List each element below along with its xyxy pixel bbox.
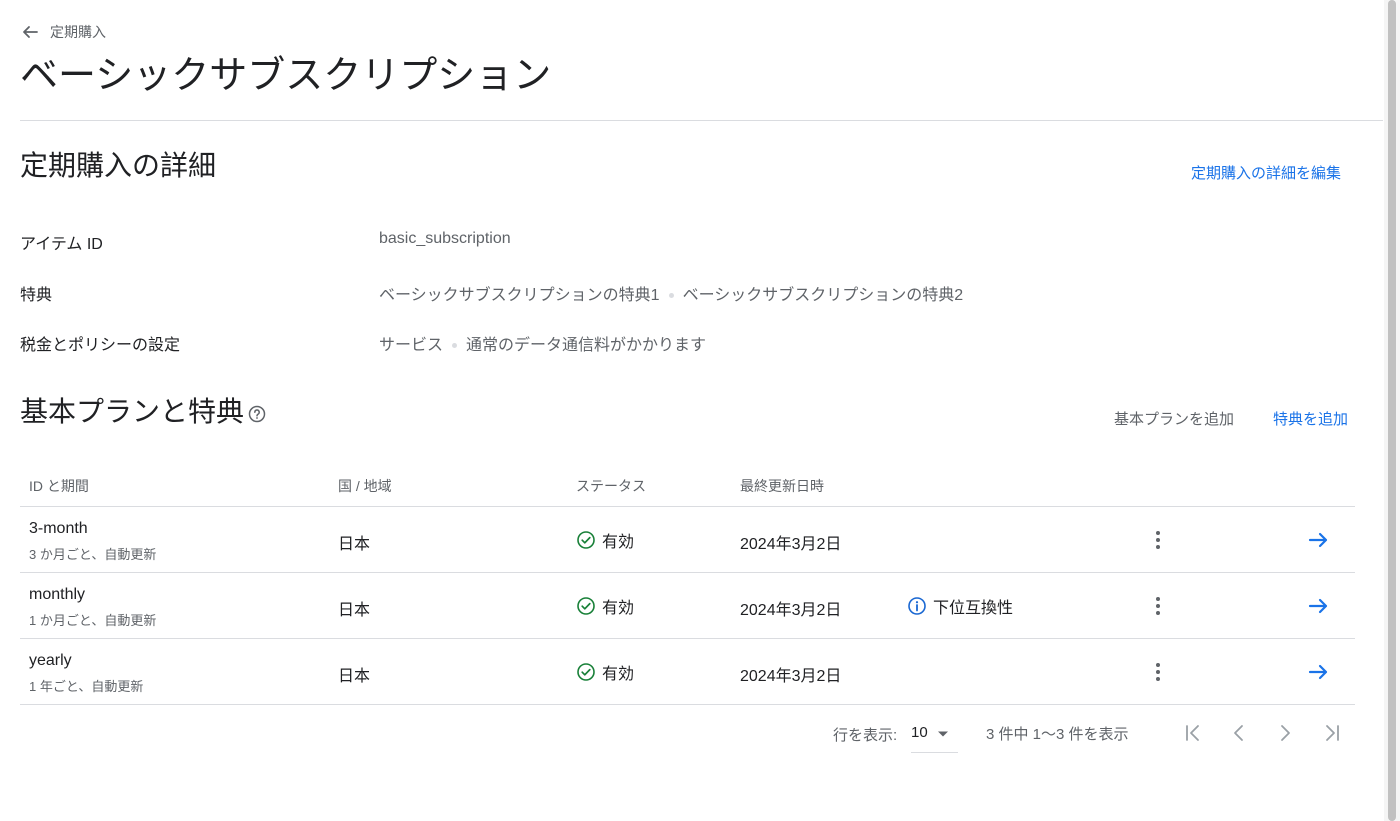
backward-compatibility-note: 下位互換性 [907, 594, 1013, 618]
more-vert-icon [1156, 597, 1160, 615]
first-page-icon [1186, 725, 1199, 741]
plan-id-cell: 3-month 3 か月ごと、自動更新 [29, 519, 156, 563]
plan-region: 日本 [338, 668, 371, 685]
previous-page-button[interactable] [1226, 720, 1252, 746]
item-id-text: basic_subscription [379, 230, 511, 247]
item-id-value: basic_subscription [379, 230, 511, 248]
plan-last-updated: 2024年3月2日 [740, 668, 842, 685]
base-plans-table: ID と期間 国 / 地域 ステータス 最終更新日時 3-month 3 か月ご… [20, 464, 1355, 705]
open-plan-button[interactable] [1305, 593, 1331, 619]
column-header-id-period[interactable]: ID と期間 [29, 476, 89, 496]
details-section-title: 定期購入の詳細 [20, 150, 217, 181]
vertical-scrollbar[interactable] [1384, 0, 1400, 821]
title-divider [20, 120, 1383, 121]
item-id-label: アイテム ID [20, 236, 103, 253]
rows-per-page-label: 行を表示: [833, 727, 898, 744]
table-row[interactable]: yearly 1 年ごと、自動更新 日本 有効 2024年3月2日 [20, 639, 1355, 705]
first-page-button[interactable] [1180, 720, 1206, 746]
table-row[interactable]: 3-month 3 か月ごと、自動更新 日本 有効 2024年3月2日 [20, 507, 1355, 573]
benefits-value: ベーシックサブスクリプションの特典1 ベーシックサブスクリプションの特典2 [379, 281, 963, 305]
row-menu-button[interactable] [1147, 659, 1169, 685]
last-page-button[interactable] [1319, 720, 1345, 746]
data-charge-notice: 通常のデータ通信料がかかります [466, 337, 707, 354]
arrow-right-icon [1308, 532, 1328, 548]
add-base-plan-link[interactable]: 基本プランを追加 [1114, 408, 1234, 429]
plan-period: 3 か月ごと、自動更新 [29, 547, 157, 562]
plan-last-updated: 2024年3月2日 [740, 536, 842, 553]
chevron-left-icon [1234, 725, 1243, 741]
rows-per-page-select[interactable]: 10 [911, 720, 958, 753]
plan-status: 有効 [576, 528, 634, 552]
benefit-2: ベーシックサブスクリプションの特典2 [682, 287, 964, 304]
back-link-label: 定期購入 [50, 24, 106, 40]
table-header: ID と期間 国 / 地域 ステータス 最終更新日時 [20, 464, 1355, 507]
plan-region: 日本 [338, 602, 371, 619]
status-label: 有効 [602, 666, 635, 683]
scrollbar-thumb[interactable] [1388, 0, 1396, 821]
plan-region: 日本 [338, 536, 371, 553]
plans-section-title: 基本プランと特典 [20, 396, 245, 427]
check-circle-icon [577, 663, 595, 681]
arrow-right-icon [1308, 664, 1328, 680]
row-menu-button[interactable] [1147, 593, 1169, 619]
plan-period: 1 年ごと、自動更新 [29, 679, 144, 694]
table-row[interactable]: monthly 1 か月ごと、自動更新 日本 有効 2024年3月2日 下位互換… [20, 573, 1355, 639]
open-plan-button[interactable] [1305, 527, 1331, 553]
back-link[interactable]: 定期購入 [20, 22, 106, 42]
rows-per-page-value: 10 [911, 724, 928, 741]
dropdown-triangle-icon [937, 731, 948, 737]
edit-details-link[interactable]: 定期購入の詳細を編集 [1191, 162, 1341, 183]
separator-dot [668, 292, 674, 298]
tax-category: サービス [379, 337, 444, 354]
chevron-right-icon [1281, 725, 1290, 741]
plan-id: monthly [29, 586, 86, 603]
plan-last-updated: 2024年3月2日 [740, 602, 842, 619]
arrow-left-icon [23, 26, 38, 38]
benefits-label: 特典 [20, 287, 53, 304]
pagination-range: 3 件中 1〜3 件を表示 [986, 726, 1129, 743]
plan-id: 3-month [29, 520, 88, 537]
tax-policy-label: 税金とポリシーの設定 [20, 337, 181, 354]
plan-period: 1 か月ごと、自動更新 [29, 613, 157, 628]
help-circle-icon[interactable] [247, 404, 267, 424]
next-page-button[interactable] [1272, 720, 1298, 746]
status-label: 有効 [602, 534, 635, 551]
check-circle-icon [577, 531, 595, 549]
status-label: 有効 [602, 600, 635, 617]
plan-id-cell: monthly 1 か月ごと、自動更新 [29, 585, 156, 629]
column-header-region[interactable]: 国 / 地域 [338, 476, 392, 496]
info-icon [908, 597, 926, 615]
plan-id-cell: yearly 1 年ごと、自動更新 [29, 651, 143, 695]
open-plan-button[interactable] [1305, 659, 1331, 685]
plan-status: 有効 [576, 594, 634, 618]
tax-policy-value: サービス 通常のデータ通信料がかかります [379, 331, 706, 355]
benefit-1: ベーシックサブスクリプションの特典1 [379, 287, 660, 304]
note-label: 下位互換性 [933, 600, 1014, 617]
column-header-status[interactable]: ステータス [576, 476, 646, 496]
plan-id: yearly [29, 652, 72, 669]
separator-dot [452, 342, 458, 348]
more-vert-icon [1156, 663, 1160, 681]
check-circle-icon [577, 597, 595, 615]
page-title: ベーシックサブスクリプション [20, 55, 552, 97]
arrow-right-icon [1308, 598, 1328, 614]
last-page-icon [1326, 725, 1339, 741]
plan-status: 有効 [576, 660, 634, 684]
more-vert-icon [1156, 531, 1160, 549]
column-header-last-updated[interactable]: 最終更新日時 [740, 476, 824, 496]
row-menu-button[interactable] [1147, 527, 1169, 553]
add-offer-link[interactable]: 特典を追加 [1273, 408, 1348, 429]
